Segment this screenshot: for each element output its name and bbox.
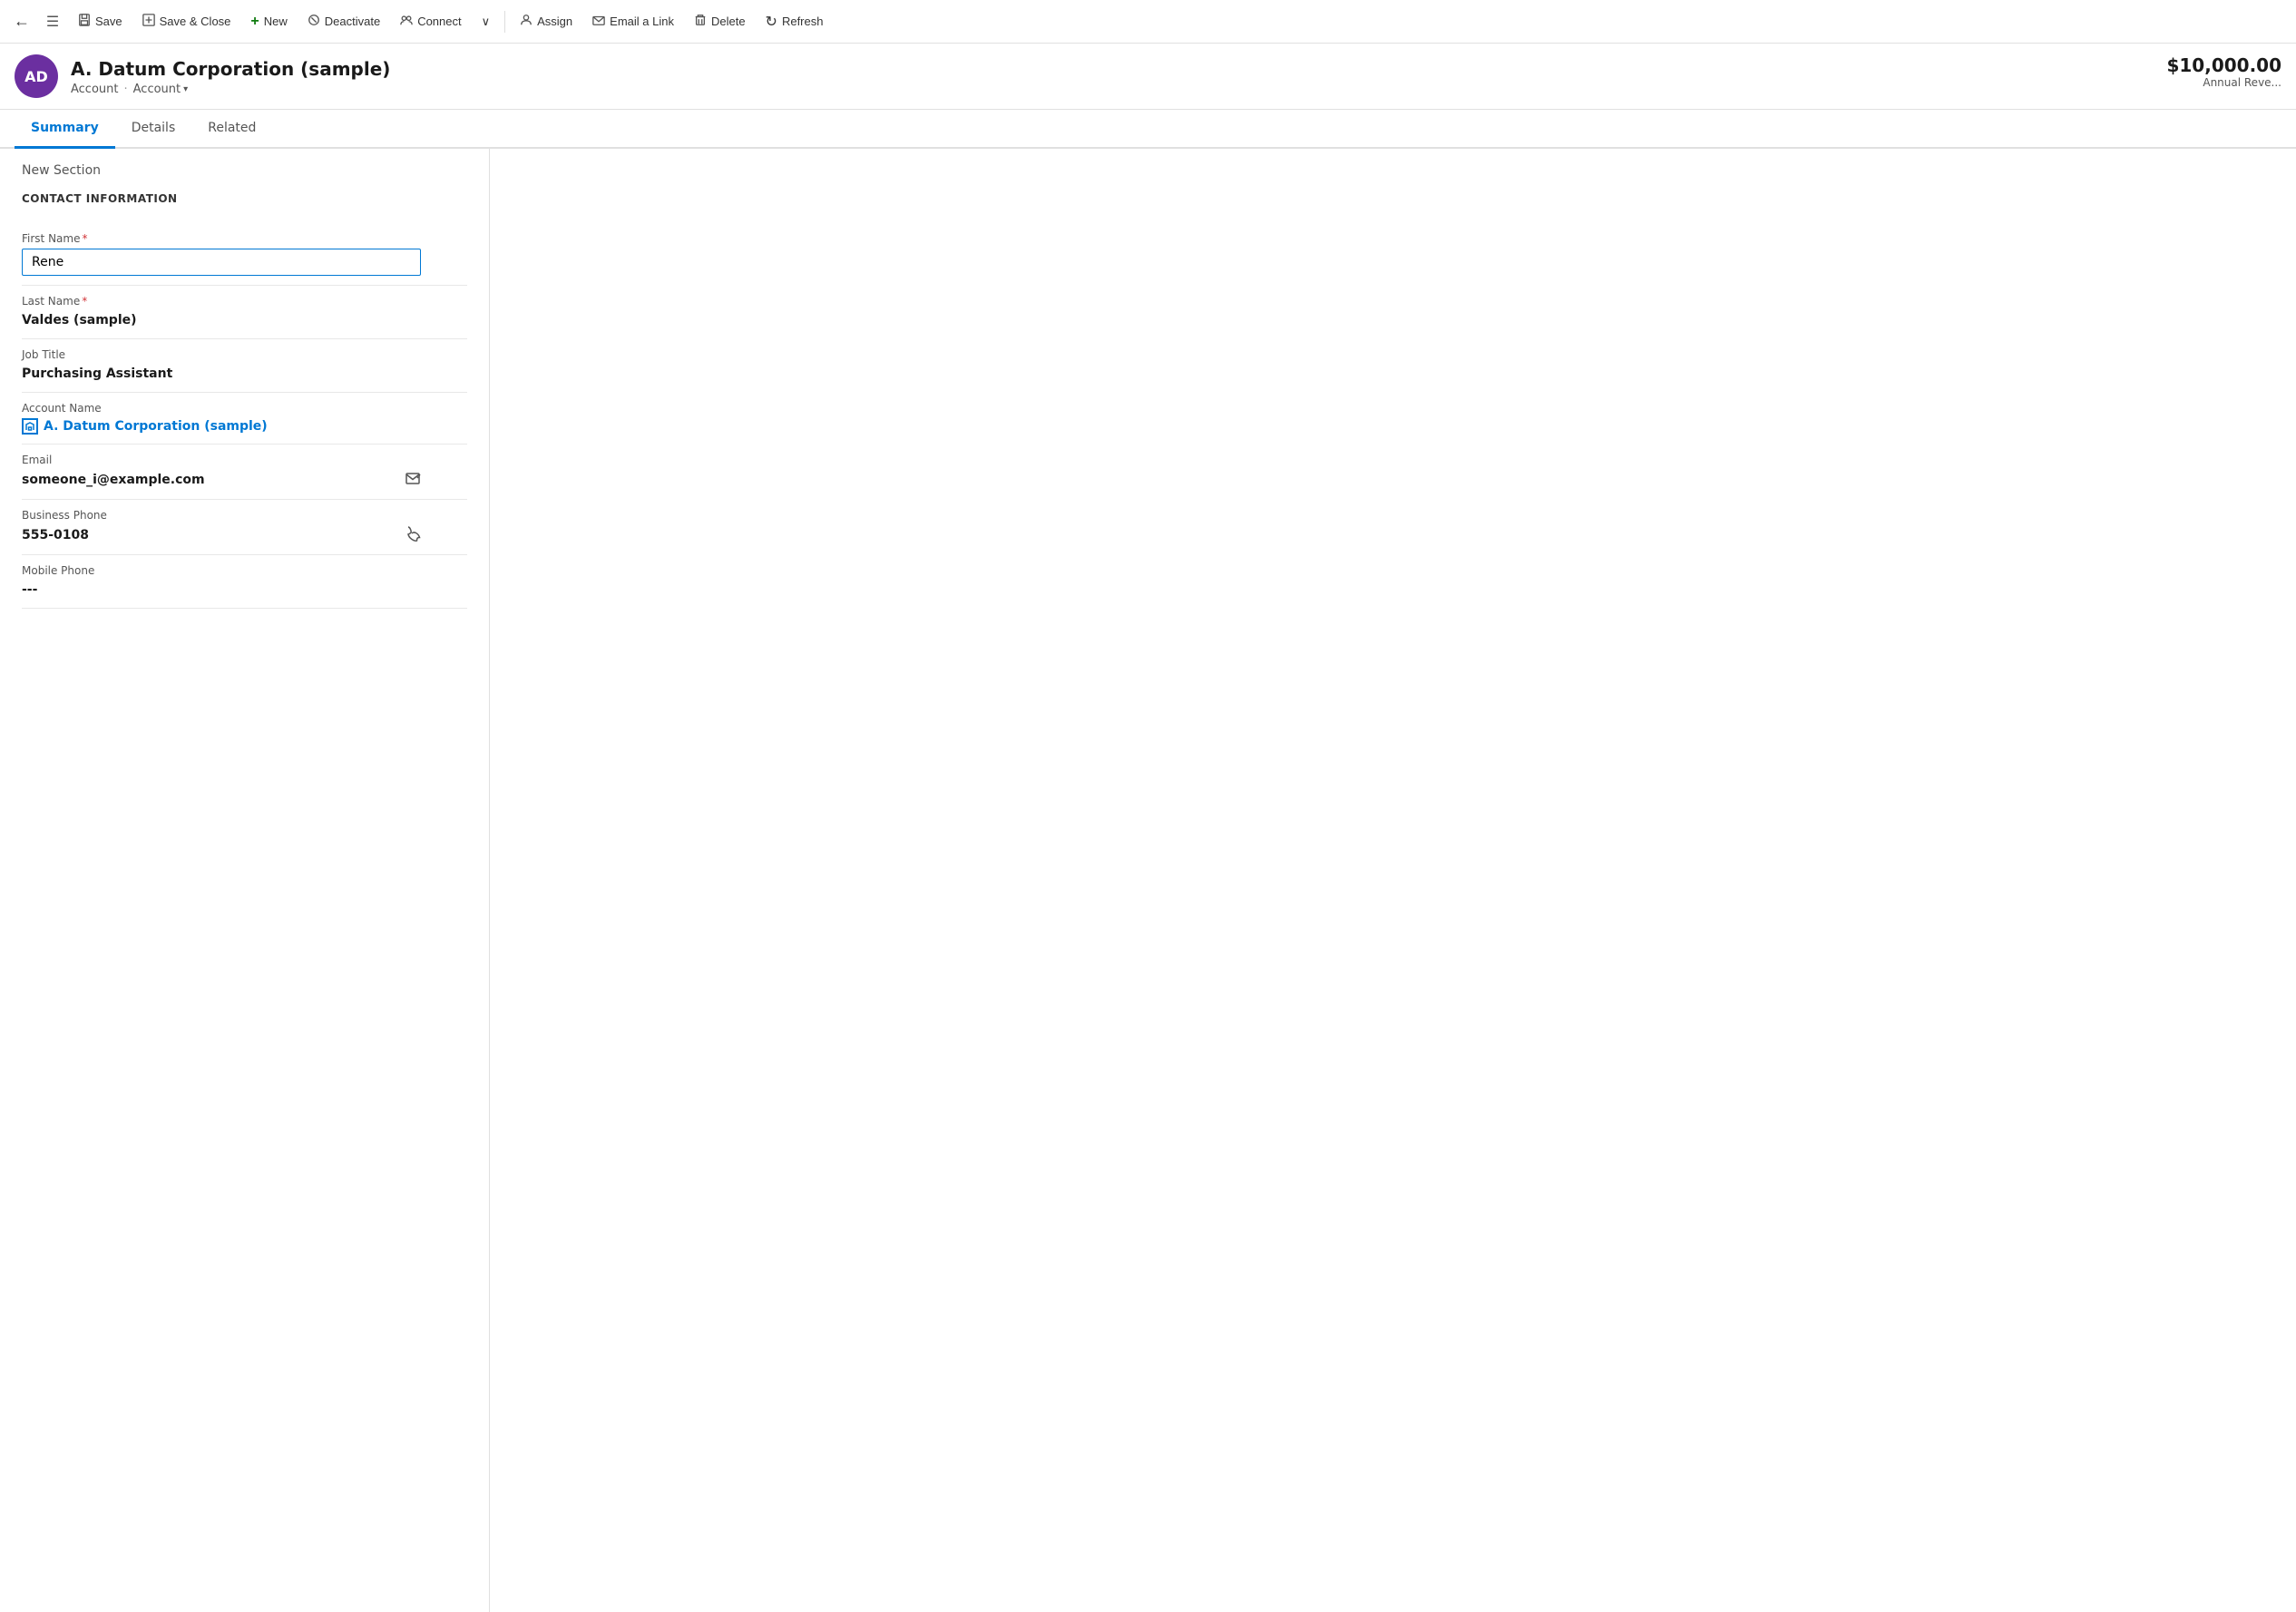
breadcrumb-sep: ·	[124, 83, 128, 96]
assign-label: Assign	[537, 15, 572, 28]
refresh-button[interactable]: ↻ Refresh	[757, 7, 833, 36]
first-name-required: *	[82, 232, 87, 245]
save-label: Save	[95, 15, 122, 28]
section-title: New Section	[22, 163, 467, 178]
toolbar-divider	[504, 11, 505, 33]
more-button[interactable]: ∨	[473, 9, 500, 34]
account-icon	[22, 418, 38, 435]
record-info: A. Datum Corporation (sample) Account · …	[71, 57, 390, 96]
avatar: AD	[15, 54, 58, 98]
email-link-button[interactable]: Email a Link	[583, 8, 683, 34]
breadcrumb2: Account	[133, 83, 181, 96]
first-name-label: First Name *	[22, 232, 467, 245]
business-phone-label: Business Phone	[22, 509, 467, 522]
record-header-left: AD A. Datum Corporation (sample) Account…	[15, 54, 390, 98]
tab-details[interactable]: Details	[115, 110, 192, 149]
connect-label: Connect	[417, 15, 461, 28]
breadcrumb1: Account	[71, 83, 119, 96]
record-header-right: $10,000.00 Annual Reve...	[2166, 54, 2281, 89]
record-header: AD A. Datum Corporation (sample) Account…	[0, 44, 2296, 110]
account-name-value: A. Datum Corporation (sample)	[22, 418, 467, 435]
chevron-down-icon: ▾	[183, 84, 188, 94]
new-label: New	[264, 15, 288, 28]
field-group-contact: First Name * Last Name * Valdes (sample)…	[22, 223, 467, 609]
tabs-bar: Summary Details Related	[0, 110, 2296, 149]
last-name-required: *	[82, 295, 87, 308]
delete-icon	[694, 14, 707, 29]
first-name-input[interactable]	[22, 249, 421, 276]
back-button[interactable]: ←	[7, 7, 36, 36]
save-button[interactable]: Save	[69, 8, 132, 34]
refresh-label: Refresh	[782, 15, 824, 28]
field-row-account-name: Account Name A. Datum Corporation (sampl…	[22, 393, 467, 445]
connect-icon	[400, 14, 413, 29]
tab-summary[interactable]: Summary	[15, 110, 115, 149]
deactivate-button[interactable]: Deactivate	[298, 8, 389, 34]
list-view-button[interactable]: ☰	[38, 7, 67, 36]
tab-related[interactable]: Related	[191, 110, 272, 149]
save-close-button[interactable]: Save & Close	[133, 8, 240, 34]
more-icon: ∨	[482, 15, 491, 29]
assign-icon	[520, 14, 532, 29]
field-row-last-name: Last Name * Valdes (sample)	[22, 286, 467, 339]
new-icon: +	[250, 15, 259, 29]
field-row-first-name: First Name *	[22, 223, 467, 286]
right-panel	[490, 149, 2296, 1612]
refresh-icon: ↻	[766, 13, 777, 31]
delete-label: Delete	[711, 15, 746, 28]
mobile-phone-value: ---	[22, 581, 467, 599]
assign-button[interactable]: Assign	[511, 8, 581, 34]
main-content: New Section CONTACT INFORMATION First Na…	[0, 149, 2296, 1612]
save-close-icon	[142, 14, 155, 29]
business-phone-with-icon: 555-0108	[22, 525, 421, 545]
last-name-label: Last Name *	[22, 295, 467, 308]
phone-action-icon[interactable]	[405, 525, 421, 545]
field-row-job-title: Job Title Purchasing Assistant	[22, 339, 467, 393]
field-row-email: Email someone_i@example.com	[22, 445, 467, 500]
account-name-label: Account Name	[22, 402, 467, 415]
back-icon: ←	[14, 12, 30, 31]
job-title-label: Job Title	[22, 348, 467, 361]
job-title-value: Purchasing Assistant	[22, 365, 467, 383]
email-link-label: Email a Link	[610, 15, 674, 28]
email-link-icon	[592, 14, 605, 29]
business-phone-value: 555-0108	[22, 526, 89, 544]
email-with-icon: someone_i@example.com	[22, 470, 421, 490]
breadcrumb-dropdown[interactable]: Account ▾	[133, 83, 189, 96]
email-value: someone_i@example.com	[22, 471, 205, 489]
save-close-label: Save & Close	[160, 15, 231, 28]
new-button[interactable]: + New	[241, 9, 296, 34]
record-title: A. Datum Corporation (sample)	[71, 57, 390, 81]
delete-button[interactable]: Delete	[685, 8, 755, 34]
field-row-business-phone: Business Phone 555-0108	[22, 500, 467, 555]
record-subtitle: Account · Account ▾	[71, 83, 390, 96]
toolbar: ← ☰ Save Save & Close + New	[0, 0, 2296, 44]
deactivate-icon	[308, 14, 320, 29]
email-action-icon[interactable]	[405, 470, 421, 490]
field-row-mobile-phone: Mobile Phone ---	[22, 555, 467, 609]
annual-revenue-label: Annual Reve...	[2166, 76, 2281, 89]
account-name-link[interactable]: A. Datum Corporation (sample)	[22, 418, 467, 435]
email-label: Email	[22, 454, 467, 466]
annual-revenue-value: $10,000.00	[2166, 54, 2281, 76]
list-icon: ☰	[46, 13, 59, 31]
deactivate-label: Deactivate	[325, 15, 380, 28]
mobile-phone-label: Mobile Phone	[22, 564, 467, 577]
left-panel: New Section CONTACT INFORMATION First Na…	[0, 149, 490, 1612]
last-name-value: Valdes (sample)	[22, 311, 467, 329]
connect-button[interactable]: Connect	[391, 8, 470, 34]
section-heading: CONTACT INFORMATION	[22, 192, 467, 205]
save-icon	[78, 14, 91, 29]
